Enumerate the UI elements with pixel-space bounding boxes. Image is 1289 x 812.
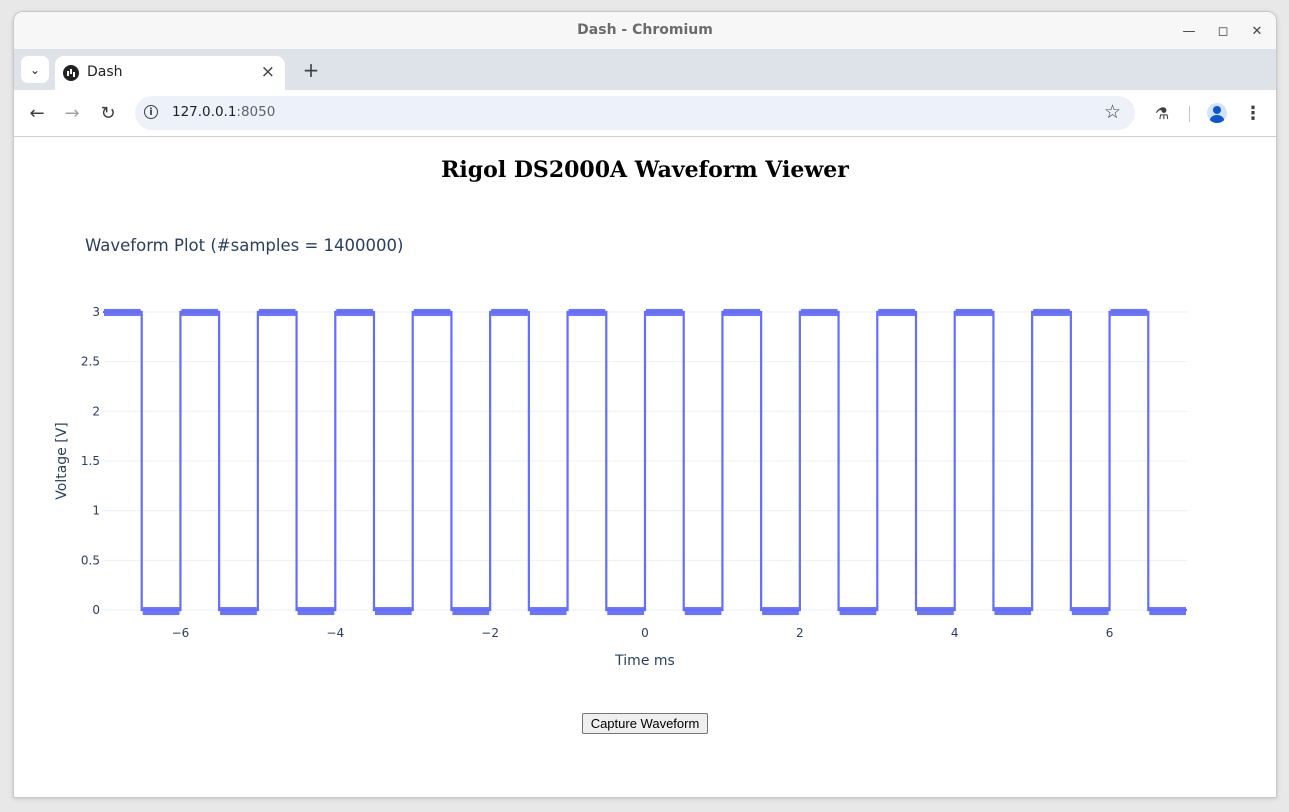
noise-band xyxy=(1033,308,1070,316)
profile-button[interactable] xyxy=(1204,100,1230,126)
y-tick-label: 3 xyxy=(92,305,100,319)
x-tick-label: 4 xyxy=(951,626,959,640)
noise-band xyxy=(1071,607,1109,616)
browser-window: Dash - Chromium — ◻ ✕ ⌄ Dash × + ← → ↻ i… xyxy=(13,11,1277,798)
noise-band xyxy=(491,308,528,316)
noise-band xyxy=(375,607,412,616)
waveform-trace xyxy=(103,308,1187,616)
noise-band xyxy=(684,607,722,616)
y-tick-label: 2.5 xyxy=(81,355,100,369)
noise-band xyxy=(297,607,335,616)
y-tick-label: 1 xyxy=(92,504,100,518)
browser-toolbar: ← → ↻ i 127.0.0.1:8050 ☆ ⚗ ⋮ xyxy=(14,90,1276,137)
avatar-icon xyxy=(1207,103,1227,123)
close-icon[interactable]: × xyxy=(261,62,275,82)
info-icon[interactable]: i xyxy=(144,105,158,119)
tab-title: Dash xyxy=(87,64,123,80)
new-tab-button[interactable]: + xyxy=(297,56,325,84)
y-tick-label: 1.5 xyxy=(81,454,100,468)
minimize-icon[interactable]: — xyxy=(1178,20,1200,42)
noise-band xyxy=(452,607,490,616)
noise-band xyxy=(258,308,296,316)
reload-icon: ↻ xyxy=(100,102,116,124)
y-tick-label: 0.5 xyxy=(81,553,100,567)
address-bar[interactable]: i 127.0.0.1:8050 ☆ xyxy=(135,96,1135,130)
maximize-icon[interactable]: ◻ xyxy=(1212,20,1234,42)
y-tick-label: 2 xyxy=(92,404,100,418)
noise-band xyxy=(413,308,451,316)
x-tick-label: −4 xyxy=(326,626,344,640)
plus-icon: + xyxy=(302,58,320,82)
noise-band xyxy=(1110,308,1148,316)
title-bar: Dash - Chromium — ◻ ✕ xyxy=(14,12,1276,49)
chevron-down-icon: ⌄ xyxy=(29,62,41,77)
back-button[interactable]: ← xyxy=(24,100,50,126)
noise-band xyxy=(220,607,257,616)
tab-search-button[interactable]: ⌄ xyxy=(21,56,49,83)
page-content: Rigol DS2000A Waveform Viewer Waveform P… xyxy=(14,137,1276,797)
noise-band xyxy=(142,607,180,616)
window-title: Dash - Chromium xyxy=(577,22,713,38)
noise-band xyxy=(529,607,567,616)
x-axis-label: Time ms xyxy=(614,653,675,669)
x-tick-label: −2 xyxy=(481,626,499,640)
noise-band xyxy=(723,308,761,316)
noise-band xyxy=(917,607,954,616)
noise-band xyxy=(800,308,838,316)
noise-band xyxy=(568,308,606,316)
labs-flask-icon[interactable]: ⚗ xyxy=(1149,100,1175,126)
noise-band xyxy=(646,308,683,316)
dash-favicon-icon xyxy=(63,65,79,81)
url-text[interactable]: 127.0.0.1:8050 xyxy=(172,104,275,120)
tab-dash[interactable]: Dash × xyxy=(55,56,285,90)
noise-band xyxy=(181,308,219,316)
bookmark-star-icon[interactable]: ☆ xyxy=(1104,101,1121,123)
noise-band xyxy=(878,308,915,316)
capture-waveform-button[interactable]: Capture Waveform xyxy=(582,713,708,734)
tab-strip: ⌄ Dash × + xyxy=(14,49,1276,90)
noise-band xyxy=(1149,607,1186,616)
y-axis-ticks: 0 0.5 1 1.5 2 2.5 3 xyxy=(81,305,100,617)
noise-band xyxy=(955,308,993,316)
y-axis-label: Voltage [V] xyxy=(54,422,70,499)
forward-button[interactable]: → xyxy=(59,100,85,126)
kebab-menu-icon[interactable]: ⋮ xyxy=(1240,100,1266,126)
noise-band xyxy=(607,607,644,616)
reload-button[interactable]: ↻ xyxy=(95,100,121,126)
arrow-left-icon: ← xyxy=(29,102,45,124)
close-window-icon[interactable]: ✕ xyxy=(1246,20,1268,42)
noise-band xyxy=(994,607,1032,616)
toolbar-divider xyxy=(1189,106,1190,122)
arrow-right-icon: → xyxy=(64,102,80,124)
waveform-plot[interactable]: −6 −4 −2 0 2 4 6 0 0.5 1 1.5 2 2.5 3 Time ms Voltage… xyxy=(14,137,1276,697)
x-tick-label: 0 xyxy=(641,626,649,640)
noise-band xyxy=(104,308,141,316)
x-tick-label: 6 xyxy=(1106,626,1114,640)
noise-band xyxy=(762,607,799,616)
noise-band xyxy=(336,308,373,316)
x-axis-ticks: −6 −4 −2 0 2 4 6 xyxy=(172,626,1114,640)
x-tick-label: 2 xyxy=(796,626,804,640)
x-tick-label: −6 xyxy=(172,626,190,640)
noise-band xyxy=(839,607,877,616)
y-tick-label: 0 xyxy=(92,603,100,617)
